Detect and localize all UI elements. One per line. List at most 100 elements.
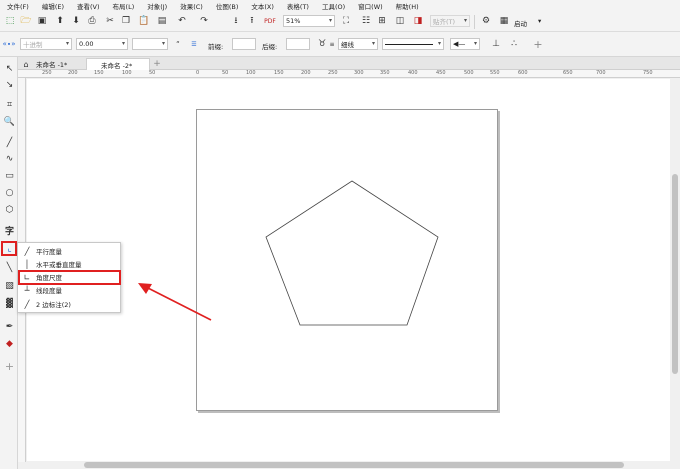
transparency-tool-icon[interactable]: ▓ xyxy=(3,297,16,310)
chevron-down-icon[interactable]: ▾ xyxy=(538,17,541,25)
text-tool-icon[interactable]: 字 xyxy=(3,224,16,237)
cut-icon[interactable]: ✂ xyxy=(104,15,116,27)
shape-tool-icon[interactable]: ↘ xyxy=(3,78,16,91)
line-style-dropdown[interactable]: ▾ xyxy=(382,38,444,50)
tab-document-2[interactable]: 未命名 -2* xyxy=(86,58,150,70)
flyout-item-horizontal-vertical[interactable]: │ 水平或垂直度量 xyxy=(18,258,120,270)
ruler-label: 50 xyxy=(222,70,229,76)
redo-icon[interactable]: ↷ xyxy=(198,15,210,27)
menu-text[interactable]: 文本(X) xyxy=(251,1,274,11)
tab-document-1[interactable]: 未命名 -1* xyxy=(22,58,86,70)
add-icon[interactable]: + xyxy=(532,38,544,51)
menu-object[interactable]: 对象(J) xyxy=(147,1,167,11)
chevron-down-icon: ▾ xyxy=(65,40,69,47)
menu-view[interactable]: 查看(V) xyxy=(77,1,100,11)
dynamic-dimension-icon[interactable]: ☰ xyxy=(188,38,200,50)
dimension-style-dropdown[interactable]: 十进制 ▾ xyxy=(20,38,72,50)
export-icon[interactable]: ⭱ xyxy=(246,15,258,27)
tab-label: 未命名 -2* xyxy=(101,61,133,70)
ruler-label: 250 xyxy=(328,70,338,76)
horizontal-scrollbar[interactable] xyxy=(27,461,670,469)
add-tab-icon[interactable]: + xyxy=(151,58,163,70)
flyout-item-callout[interactable]: ╱ 2 边标注(2) xyxy=(18,298,120,310)
ruler-label: 250 xyxy=(42,70,52,76)
show-units-icon[interactable]: “ xyxy=(172,38,184,50)
menu-layout[interactable]: 布局(L) xyxy=(113,1,135,11)
undo-icon[interactable]: ↶ xyxy=(176,15,188,27)
rulers-icon[interactable]: ☷ xyxy=(360,15,372,27)
menu-edit[interactable]: 编辑(E) xyxy=(42,1,64,11)
ellipse-tool-icon[interactable]: ○ xyxy=(3,186,16,199)
units-dropdown[interactable]: ▾ xyxy=(132,38,168,50)
freehand-tool-icon[interactable]: ╱ xyxy=(3,136,16,149)
outline-width-value: 细线 xyxy=(341,41,354,49)
chevron-down-icon: ▾ xyxy=(121,40,125,47)
crop-tool-icon[interactable]: ⌗ xyxy=(3,98,16,111)
snap-dropdown[interactable]: 贴齐(T) ▾ xyxy=(430,15,470,27)
pick-tool-icon[interactable]: ↖ xyxy=(3,62,16,75)
parallel-dimension-icon: ╱ xyxy=(24,246,30,256)
horizontal-scroll-thumb[interactable] xyxy=(84,462,624,468)
extension-line-icon[interactable]: ⊥ xyxy=(490,38,502,50)
interactive-fill-icon[interactable]: ◆ xyxy=(3,337,16,350)
artistic-media-icon[interactable]: ∿ xyxy=(3,152,16,165)
dimension-style-icon[interactable]: «∙» xyxy=(3,38,16,50)
outline-width-dropdown[interactable]: 细线 ▾ xyxy=(338,38,378,50)
zoom-tool-icon[interactable]: 🔍 xyxy=(3,115,16,128)
copy-icon[interactable]: ❐ xyxy=(120,15,132,27)
drop-shadow-tool-icon[interactable]: ▧ xyxy=(3,279,16,292)
ruler-label: 150 xyxy=(94,70,104,76)
download-icon[interactable]: ⬇ xyxy=(70,15,82,27)
arrowhead-dropdown[interactable]: ◀— ▾ xyxy=(450,38,480,50)
menu-table[interactable]: 表格(T) xyxy=(287,1,309,11)
menu-effects[interactable]: 效果(C) xyxy=(180,1,203,11)
menu-tools[interactable]: 工具(O) xyxy=(322,1,345,11)
print-icon[interactable]: ⎙ xyxy=(86,15,98,27)
ruler-label: 500 xyxy=(464,70,474,76)
pentagon-shape[interactable] xyxy=(265,180,439,326)
suffix-input[interactable] xyxy=(286,38,310,50)
paste-special-icon[interactable]: ▤ xyxy=(156,15,168,27)
full-screen-icon[interactable]: ⛶ xyxy=(340,15,352,27)
upload-icon[interactable]: ⬆ xyxy=(54,15,66,27)
new-document-icon[interactable]: ⬚ xyxy=(4,15,16,27)
chevron-down-icon: ▾ xyxy=(437,40,441,47)
suffix-label: 后缀: xyxy=(262,43,278,51)
horizontal-vertical-dimension-icon: │ xyxy=(24,259,30,269)
vertical-scrollbar[interactable] xyxy=(670,79,680,461)
polygon-tool-icon[interactable]: ⬡ xyxy=(3,203,16,216)
zoom-dropdown[interactable]: 51% ▾ xyxy=(283,15,335,27)
grid-icon[interactable]: ⊞ xyxy=(376,15,388,27)
text-align-icon[interactable]: ∴ xyxy=(508,38,520,50)
menu-bitmap[interactable]: 位图(B) xyxy=(216,1,239,11)
open-folder-icon[interactable]: 🗁 xyxy=(20,15,32,27)
guidelines-icon[interactable]: ◫ xyxy=(394,15,406,27)
launch-label[interactable]: 启动 xyxy=(514,18,527,28)
document-page[interactable] xyxy=(196,109,498,411)
drawing-canvas[interactable] xyxy=(27,79,670,461)
eyedropper-tool-icon[interactable]: ✒ xyxy=(3,320,16,333)
ruler-label: 450 xyxy=(436,70,446,76)
flyout-item-parallel[interactable]: ╱ 平行度量 xyxy=(18,245,120,257)
chevron-down-icon: ▾ xyxy=(463,17,467,24)
paste-icon[interactable]: 📋 xyxy=(138,15,150,27)
precision-dropdown[interactable]: 0.00 ▾ xyxy=(76,38,128,50)
menu-help[interactable]: 帮助(H) xyxy=(396,1,419,11)
vertical-scroll-thumb[interactable] xyxy=(672,174,678,374)
rectangle-tool-icon[interactable]: ▭ xyxy=(3,169,16,182)
add-tool-icon[interactable]: + xyxy=(3,360,16,373)
menu-window[interactable]: 窗口(W) xyxy=(358,1,383,11)
ruler-label: 150 xyxy=(274,70,284,76)
flyout-item-segment[interactable]: ┴ 线段度量 xyxy=(18,284,120,296)
import-icon[interactable]: ⭳ xyxy=(230,15,242,27)
prefix-input[interactable] xyxy=(232,38,256,50)
connector-tool-icon[interactable]: ╲ xyxy=(3,261,16,274)
chevron-down-icon: ▾ xyxy=(473,40,477,47)
flyout-label: 线段度量 xyxy=(36,287,62,295)
pdf-icon[interactable]: PDF xyxy=(264,15,276,27)
menu-file[interactable]: 文件(F) xyxy=(7,1,29,11)
snap-icon[interactable]: ◨ xyxy=(412,15,424,27)
save-icon[interactable]: ▣ xyxy=(36,15,48,27)
launch-icon[interactable]: ▦ xyxy=(498,15,510,27)
gear-icon[interactable]: ⚙ xyxy=(480,15,492,27)
